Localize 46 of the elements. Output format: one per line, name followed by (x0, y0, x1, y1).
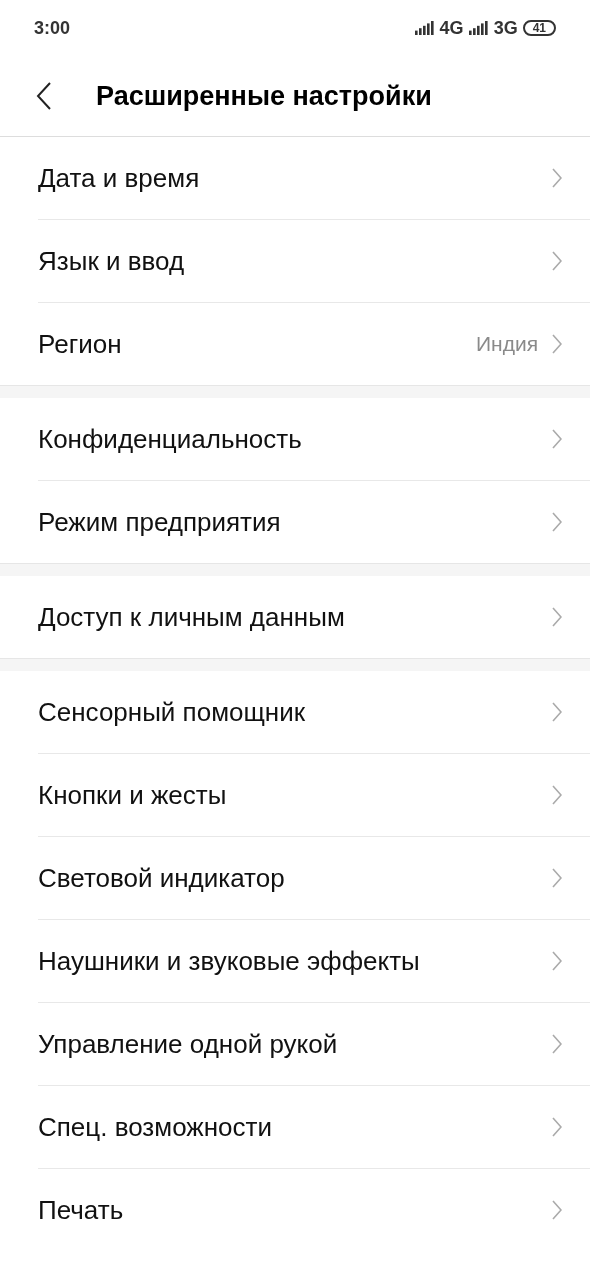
settings-item[interactable]: Дата и время (38, 137, 590, 219)
page-title: Расширенные настройки (96, 80, 432, 112)
item-label: Режим предприятия (38, 506, 282, 538)
chevron-right-icon (552, 702, 562, 722)
settings-item[interactable]: Конфиденциальность (38, 398, 590, 480)
item-label: Кнопки и жесты (38, 779, 228, 811)
chevron-right-icon (552, 607, 562, 627)
chevron-right-icon (552, 868, 562, 888)
back-icon (36, 82, 52, 110)
chevron-right-icon (552, 1200, 562, 1220)
settings-item[interactable]: Наушники и звуковые эффекты (38, 919, 590, 1002)
settings-item[interactable]: Сенсорный помощник (38, 671, 590, 753)
chevron-right-icon (552, 512, 562, 532)
item-label: Световой индикатор (38, 862, 286, 894)
item-label: Конфиденциальность (38, 423, 303, 455)
item-label: Спец. возможности (38, 1111, 273, 1143)
chevron-right-icon (552, 251, 562, 271)
settings-item[interactable]: Доступ к личным данным (38, 576, 590, 658)
settings-item[interactable]: Кнопки и жесты (38, 753, 590, 836)
chevron-right-icon (552, 785, 562, 805)
item-label: Дата и время (38, 162, 201, 194)
chevron-right-icon (552, 1034, 562, 1054)
battery-level: 41 (522, 20, 556, 36)
chevron-right-icon (552, 334, 562, 354)
network-type: 4G (439, 17, 464, 39)
settings-item[interactable]: Язык и ввод (38, 219, 590, 302)
item-label: Печать (38, 1194, 125, 1226)
chevron-right-icon (552, 951, 562, 971)
item-label: Язык и ввод (38, 245, 186, 277)
settings-item[interactable]: Световой индикатор (38, 836, 590, 919)
item-label: Сенсорный помощник (38, 696, 307, 728)
chevron-right-icon (552, 168, 562, 188)
item-label: Наушники и звуковые эффекты (38, 945, 421, 977)
chevron-right-icon (552, 1117, 562, 1137)
settings-item[interactable]: Печать (38, 1168, 590, 1251)
item-label: Управление одной рукой (38, 1028, 339, 1060)
item-label: Регион (38, 328, 123, 360)
settings-item[interactable]: Спец. возможности (38, 1085, 590, 1168)
item-label: Доступ к личным данным (38, 601, 346, 633)
item-value: Индия (475, 332, 538, 356)
signal-icon (414, 21, 435, 35)
chevron-right-icon (552, 429, 562, 449)
settings-item[interactable]: Управление одной рукой (38, 1002, 590, 1085)
clock-time: 3:00 (34, 17, 71, 39)
signal-icon (468, 21, 489, 35)
network-type: 3G (493, 17, 518, 39)
